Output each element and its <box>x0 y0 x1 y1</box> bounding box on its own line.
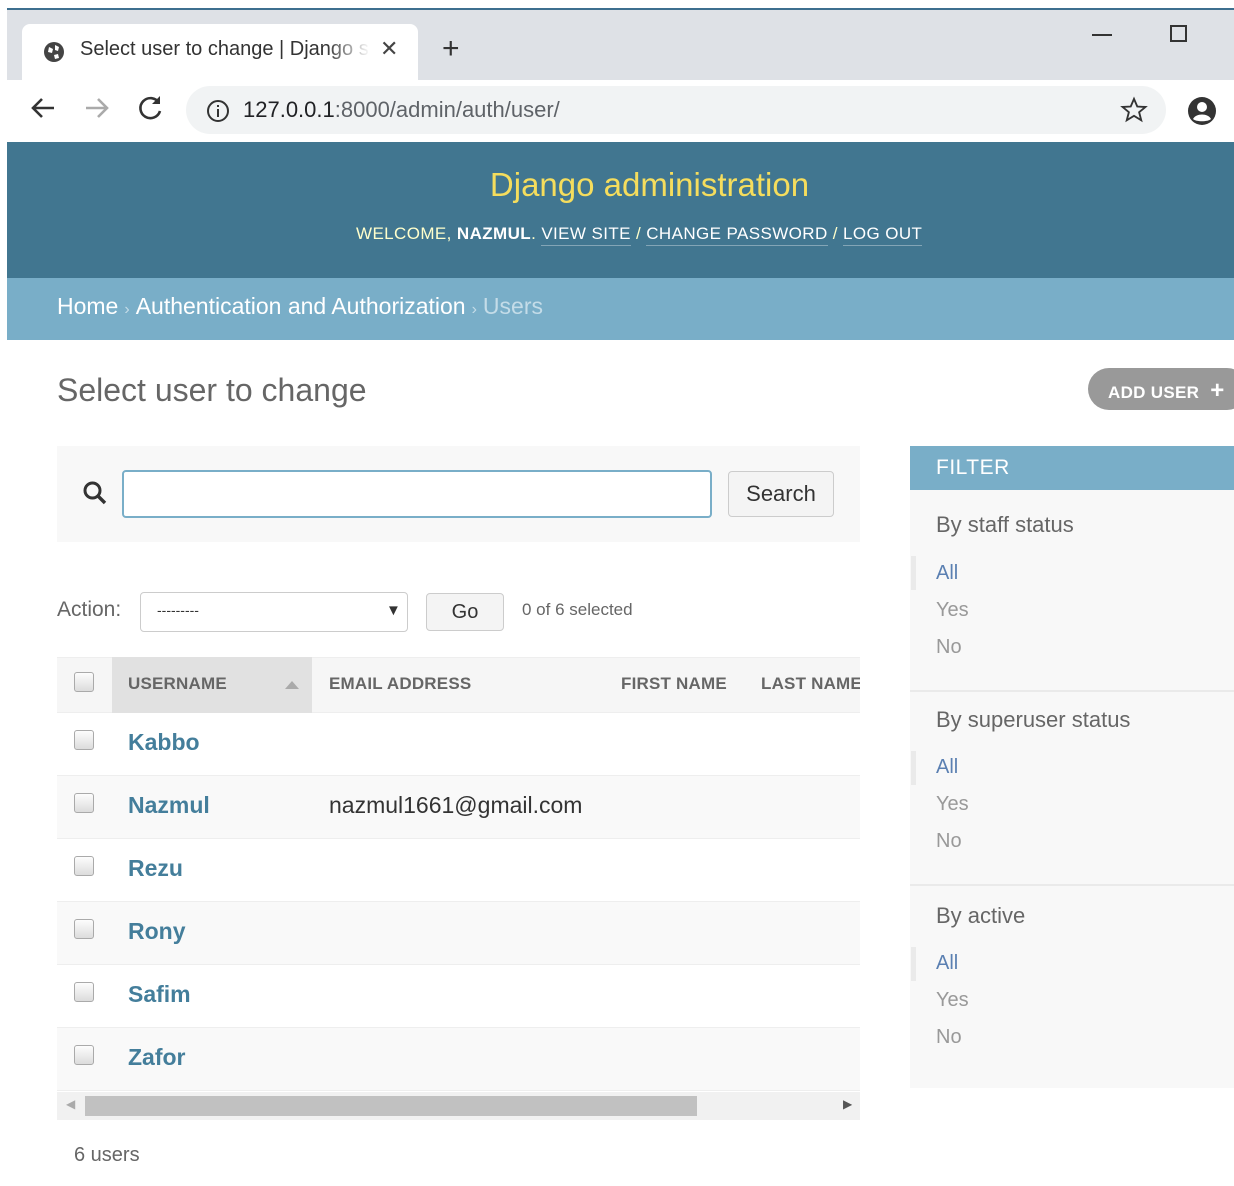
reload-icon[interactable] <box>136 93 166 123</box>
new-tab-button[interactable]: + <box>442 32 460 66</box>
maximize-icon[interactable] <box>1170 25 1187 42</box>
plus-icon: + <box>1210 377 1225 404</box>
row-checkbox[interactable] <box>74 919 94 939</box>
scroll-right-icon[interactable]: ▶ <box>843 1097 852 1111</box>
username-link[interactable]: Rony <box>128 918 186 945</box>
add-user-label: ADD USER <box>1108 383 1200 402</box>
current-username: NAZMUL <box>456 224 532 243</box>
filter-option-yes[interactable]: Yes <box>936 599 969 622</box>
row-checkbox[interactable] <box>74 856 94 876</box>
sort-ascending-icon[interactable] <box>285 681 299 689</box>
column-header-first-name[interactable]: FIRST NAME <box>621 674 727 694</box>
add-user-button[interactable]: ADD USER + <box>1088 368 1234 410</box>
row-checkbox[interactable] <box>74 1045 94 1065</box>
welcome-text: WELCOME, <box>356 224 452 243</box>
minimize-icon[interactable] <box>1092 34 1112 36</box>
page-title: Select user to change <box>57 372 367 408</box>
email-cell: nazmul1661@gmail.com <box>329 792 583 818</box>
divider <box>910 884 1234 886</box>
account-icon[interactable] <box>1186 95 1218 127</box>
column-header-username[interactable]: USERNAME <box>128 674 227 694</box>
user-tools: WELCOME, NAZMUL. VIEW SITE / CHANGE PASS… <box>356 224 923 246</box>
filter-option-no[interactable]: No <box>936 830 962 853</box>
selected-indicator <box>911 947 916 981</box>
selection-counter: 0 of 6 selected <box>522 600 633 619</box>
breadcrumb-app[interactable]: Authentication and Authorization <box>136 293 466 319</box>
separator: / <box>636 224 642 243</box>
column-header-last-name[interactable]: LAST NAME <box>761 674 860 694</box>
breadcrumb-current: Users <box>482 293 543 319</box>
action-select[interactable]: --------- <box>140 592 408 632</box>
username-link[interactable]: Rezu <box>128 855 183 882</box>
info-icon[interactable] <box>206 99 230 123</box>
breadcrumb: Home › Authentication and Authorization › Us… <box>57 293 543 320</box>
filter-option-all[interactable]: All <box>936 562 958 585</box>
url-path: :8000/admin/auth/user/ <box>334 97 560 122</box>
filter-option-all[interactable]: All <box>936 952 958 975</box>
filter-option-no[interactable]: No <box>936 636 962 659</box>
filter-option-yes[interactable]: Yes <box>936 793 969 816</box>
scroll-left-icon[interactable]: ◀ <box>66 1097 75 1111</box>
filter-group-title: By staff status <box>936 512 1074 537</box>
result-count: 6 users <box>74 1144 140 1166</box>
scrollbar-thumb[interactable] <box>85 1096 697 1116</box>
dropdown-arrow-icon: ▼ <box>386 602 401 619</box>
tab-title: Select user to change | Django site admi… <box>80 38 370 60</box>
username-link[interactable]: Nazmul <box>128 792 210 819</box>
row-checkbox[interactable] <box>74 982 94 1002</box>
back-arrow-icon[interactable] <box>28 93 58 123</box>
username-link[interactable]: Zafor <box>128 1044 186 1071</box>
window-top-edge <box>0 0 1234 8</box>
tab-close-icon[interactable]: ✕ <box>380 36 398 62</box>
selected-indicator <box>911 751 916 785</box>
username-link[interactable]: Kabbo <box>128 729 200 756</box>
filter-group-title: By active <box>936 903 1026 928</box>
url-text[interactable]: 127.0.0.1:8000/admin/auth/user/ <box>243 97 560 123</box>
filter-option-no[interactable]: No <box>936 1026 962 1049</box>
breadcrumb-separator: › <box>471 301 477 318</box>
site-branding[interactable]: Django administration <box>7 166 1234 204</box>
search-icon <box>83 481 107 505</box>
filter-option-yes[interactable]: Yes <box>936 989 969 1012</box>
breadcrumb-home[interactable]: Home <box>57 293 118 319</box>
go-button[interactable]: Go <box>426 593 504 631</box>
selected-indicator <box>911 556 916 590</box>
bookmark-star-icon[interactable] <box>1120 96 1148 124</box>
search-button[interactable]: Search <box>728 471 834 517</box>
separator: / <box>832 224 838 243</box>
view-site-link[interactable]: VIEW SITE <box>541 224 631 246</box>
divider <box>910 690 1234 692</box>
site-header <box>7 142 1234 278</box>
url-host: 127.0.0.1 <box>243 97 335 122</box>
username-link[interactable]: Safim <box>128 981 191 1008</box>
row-checkbox[interactable] <box>74 793 94 813</box>
globe-icon <box>44 42 64 62</box>
column-header-email[interactable]: EMAIL ADDRESS <box>329 674 471 694</box>
search-input[interactable] <box>122 470 712 518</box>
filter-option-all[interactable]: All <box>936 756 958 779</box>
filter-title: FILTER <box>910 446 1234 490</box>
action-label: Action: <box>57 598 122 621</box>
filter-group-title: By superuser status <box>936 707 1131 732</box>
log-out-link[interactable]: LOG OUT <box>843 224 923 246</box>
change-password-link[interactable]: CHANGE PASSWORD <box>646 224 828 246</box>
row-checkbox[interactable] <box>74 730 94 750</box>
forward-arrow-icon[interactable] <box>82 93 112 123</box>
breadcrumb-separator: › <box>124 301 130 318</box>
select-all-checkbox[interactable] <box>74 672 94 692</box>
